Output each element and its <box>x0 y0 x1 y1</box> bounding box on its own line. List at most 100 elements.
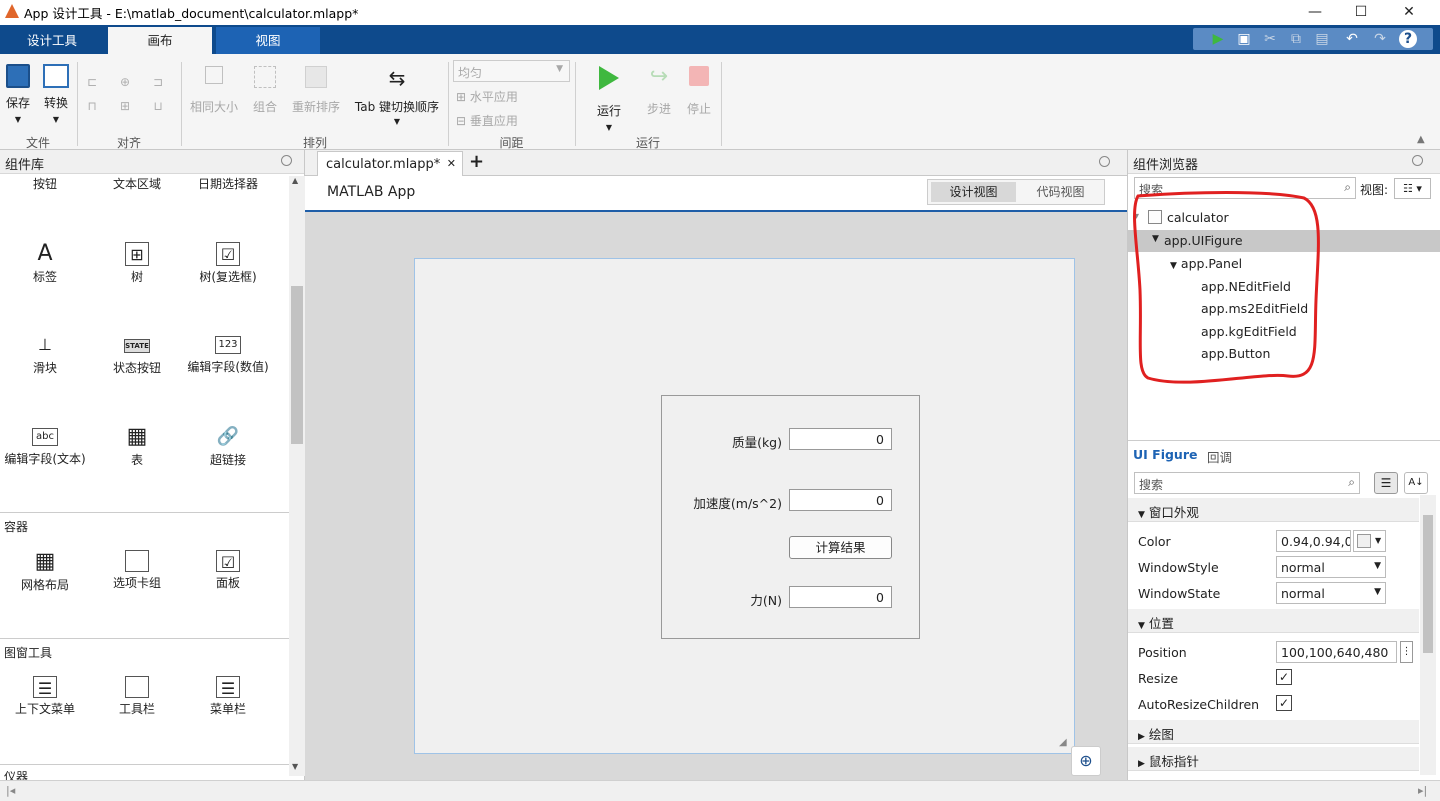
zoom-icon[interactable]: ⊕ <box>1071 746 1101 776</box>
view-switcher: 设计视图 代码视图 <box>927 179 1105 205</box>
section-containers[interactable]: 容器 <box>0 512 289 534</box>
convert-button[interactable]: 转换 ▼ <box>38 64 74 124</box>
component-menu-bar[interactable]: ☰ 菜单栏 <box>183 676 273 717</box>
document-tab[interactable]: calculator.mlapp* ✕ <box>317 151 463 177</box>
section-instruments[interactable]: 仪器 <box>0 764 289 780</box>
run-button[interactable]: 运行 ▼ <box>590 64 628 132</box>
app-panel[interactable]: 质量(kg) 0 加速度(m/s^2) 0 计算结果 力(N) 0 <box>661 395 920 639</box>
component-text-area[interactable]: 文本区域 <box>92 176 182 192</box>
component-button[interactable]: 按钮 <box>0 176 90 192</box>
mass-edit-field[interactable]: 0 <box>789 428 892 450</box>
component-slider[interactable]: ⊥ 滑块 <box>0 333 90 376</box>
collapse-toolstrip-icon[interactable]: ▲ <box>1417 134 1425 145</box>
component-tree[interactable]: ⊞ 树 <box>92 242 182 285</box>
view-mode-dropdown[interactable]: ☷ ▾ <box>1394 178 1431 199</box>
prop-windowstate-dropdown[interactable]: normal ▼ <box>1276 582 1386 604</box>
step-button[interactable]: ↪ 步进 <box>640 64 678 117</box>
component-date-picker[interactable]: 日期选择器 <box>183 176 273 192</box>
tab-designer[interactable]: 设计工具 <box>0 27 104 54</box>
save-icon[interactable]: ▣ <box>1235 30 1253 48</box>
color-picker-button[interactable]: ▼ <box>1353 530 1386 552</box>
resize-checkbox[interactable]: ✓ <box>1276 669 1292 685</box>
reorder-button[interactable]: 重新排序 <box>288 66 344 115</box>
run-icon[interactable]: ▶ <box>1209 30 1227 48</box>
section-figure-tools[interactable]: 图窗工具 <box>0 638 289 660</box>
tab-canvas[interactable]: 画布 <box>108 27 212 54</box>
autoresize-checkbox[interactable]: ✓ <box>1276 695 1292 711</box>
vertical-apply-button[interactable]: ⊟ 垂直应用 <box>456 112 518 129</box>
quick-access-toolbar: ▶ ▣ ✂ ⧉ ▤ ↶ ↷ ? <box>1193 28 1433 50</box>
component-numeric-edit-field[interactable]: 123 编辑字段(数值) <box>183 333 273 375</box>
library-scrollbar[interactable]: ▲ ▼ <box>289 176 305 776</box>
spacing-dropdown[interactable]: 均匀 ▼ <box>453 60 570 82</box>
component-tab-group[interactable]: 选项卡组 <box>92 550 182 591</box>
scroll-down-icon[interactable]: ▼ <box>292 762 298 771</box>
component-hyperlink[interactable]: 🔗 超链接 <box>183 425 273 468</box>
copy-icon[interactable]: ⧉ <box>1287 30 1305 48</box>
component-browser: 组件浏览器 搜索 ⌕ 视图: ☷ ▾ ▾ calculator ▼ app.UI… <box>1127 150 1440 780</box>
same-size-button[interactable]: 相同大小 <box>186 66 242 115</box>
red-annotation-outline <box>1133 191 1320 384</box>
section-position[interactable]: ▼ 位置 <box>1128 609 1419 633</box>
prop-color-field[interactable]: 0.94,0.94,0.94 <box>1276 530 1351 552</box>
cut-icon[interactable]: ✂ <box>1261 30 1279 48</box>
section-plotting[interactable]: ▶ 绘图 <box>1128 720 1419 744</box>
panel-icon: ☑ <box>216 550 240 572</box>
label-icon: A <box>37 241 53 266</box>
component-label[interactable]: A 标签 <box>0 242 90 285</box>
tab-view[interactable]: 视图 <box>216 27 320 54</box>
section-window-appearance[interactable]: ▼ 窗口外观 <box>1128 498 1419 522</box>
redo-icon[interactable]: ↷ <box>1371 30 1389 48</box>
resize-grip-icon[interactable]: ◢ <box>1059 737 1067 748</box>
group-button[interactable]: 组合 <box>246 66 284 115</box>
section-mouse-pointer[interactable]: ▶ 鼠标指针 <box>1128 747 1419 771</box>
component-grid-layout[interactable]: ▦ 网格布局 <box>0 550 90 593</box>
component-state-button[interactable]: STATE 状态按钮 <box>92 333 182 376</box>
component-context-menu[interactable]: ☰ 上下文菜单 <box>0 676 90 717</box>
document-tab-bar: calculator.mlapp* ✕ + <box>305 150 1127 177</box>
prop-windowstyle-dropdown[interactable]: normal ▼ <box>1276 556 1386 578</box>
add-tab-icon[interactable]: + <box>469 151 484 172</box>
editor-options-icon[interactable] <box>1099 156 1110 167</box>
property-search-input[interactable]: 搜索 ⌕ <box>1134 472 1360 494</box>
ui-figure[interactable]: 质量(kg) 0 加速度(m/s^2) 0 计算结果 力(N) 0 ◢ <box>414 258 1075 754</box>
more-options-icon[interactable]: ⋮ <box>1400 641 1413 663</box>
inspector-scrollbar[interactable] <box>1420 495 1436 775</box>
tab-properties[interactable]: UI Figure <box>1133 447 1197 462</box>
pane-options-icon[interactable] <box>281 155 292 166</box>
help-icon[interactable]: ? <box>1399 30 1417 48</box>
acceleration-edit-field[interactable]: 0 <box>789 489 892 511</box>
calculate-button[interactable]: 计算结果 <box>789 536 892 559</box>
minimize-button[interactable]: — <box>1292 0 1338 25</box>
component-panel[interactable]: ☑ 面板 <box>183 550 273 591</box>
component-table[interactable]: ▦ 表 <box>92 425 182 468</box>
library-scroll-thumb[interactable] <box>291 286 303 444</box>
close-tab-icon[interactable]: ✕ <box>447 157 456 170</box>
component-text-edit-field[interactable]: abc 编辑字段(文本) <box>0 425 90 467</box>
group-label-arrange: 排列 <box>302 136 327 150</box>
text-field-icon: abc <box>32 428 58 446</box>
close-button[interactable]: ✕ <box>1386 0 1432 25</box>
sort-az-icon[interactable]: A↓ <box>1404 472 1428 494</box>
prop-position-field[interactable]: 100,100,640,480 <box>1276 641 1397 663</box>
tab-order-button[interactable]: ⇆ Tab 键切换顺序 ▼ <box>350 66 444 126</box>
paste-icon[interactable]: ▤ <box>1313 30 1331 48</box>
save-button[interactable]: 保存 ▼ <box>2 64 34 124</box>
stop-button[interactable]: 停止 <box>680 64 718 117</box>
scroll-up-icon[interactable]: ▲ <box>292 176 298 185</box>
design-editor: calculator.mlapp* ✕ + MATLAB App 设计视图 代码… <box>305 150 1127 780</box>
chevron-down-icon: ▼ <box>556 64 563 74</box>
maximize-button[interactable]: ☐ <box>1338 0 1384 25</box>
tab-order-icon: ⇆ <box>388 66 406 90</box>
undo-icon[interactable]: ↶ <box>1343 30 1361 48</box>
browser-options-icon[interactable] <box>1412 155 1423 166</box>
tab-callbacks[interactable]: 回调 <box>1207 447 1232 466</box>
force-edit-field[interactable]: 0 <box>789 586 892 608</box>
component-toolbar[interactable]: 工具栏 <box>92 676 182 717</box>
inspector-scroll-thumb[interactable] <box>1423 515 1433 653</box>
code-view-button[interactable]: 代码视图 <box>1018 182 1103 202</box>
horizontal-apply-button[interactable]: ⊞ 水平应用 <box>456 88 518 105</box>
component-checkbox-tree[interactable]: ☑ 树(复选框) <box>183 242 273 285</box>
design-view-button[interactable]: 设计视图 <box>931 182 1016 202</box>
group-view-icon[interactable]: ☰ <box>1374 472 1398 494</box>
